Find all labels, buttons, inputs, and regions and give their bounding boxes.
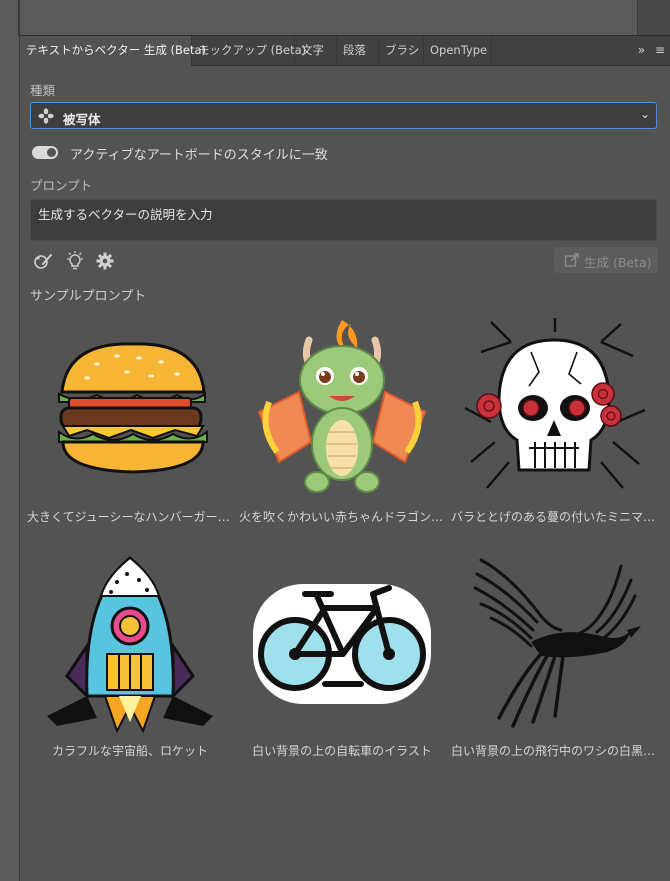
toggle-knob bbox=[47, 148, 56, 157]
panel-tabbar: テキストからベクター 生成 (Beta) モックアップ (Beta) 文字 段落… bbox=[20, 36, 670, 66]
type-select-value: 被写体 bbox=[63, 112, 101, 127]
sample-caption: バラととげのある蔓の付いたミニマ … bbox=[451, 510, 657, 524]
skull-roses-illustration bbox=[464, 318, 646, 489]
style-match-label: アクティブなアートボードのスタイルに一致 bbox=[70, 148, 328, 163]
sample-caption: カラフルな宇宙船、ロケット bbox=[51, 744, 208, 758]
gear-icon[interactable] bbox=[94, 250, 116, 272]
generate-button[interactable]: 生成 (Beta) bbox=[554, 247, 658, 273]
tab-brushes[interactable]: ブラシ bbox=[379, 36, 424, 65]
prompt-placeholder: 生成するベクターの説明を入力 bbox=[38, 207, 213, 222]
overflow-icon[interactable]: » bbox=[638, 43, 645, 57]
lightbulb-icon[interactable] bbox=[64, 250, 86, 272]
generate-label: 生成 (Beta) bbox=[584, 255, 652, 270]
type-label: 種類 bbox=[30, 83, 56, 98]
style-reference-icon[interactable] bbox=[32, 250, 54, 272]
rocket-illustration bbox=[47, 556, 213, 734]
tab-mockup[interactable]: モックアップ (Beta) bbox=[192, 36, 306, 65]
hamburger-illustration bbox=[58, 342, 208, 474]
prompt-label: プロンプト bbox=[30, 178, 93, 193]
sample-caption: 白い背景の上の自転車のイラスト bbox=[252, 744, 432, 758]
panel-menu-icon[interactable]: ≡ bbox=[655, 43, 665, 57]
subject-icon bbox=[38, 108, 54, 124]
prompt-input[interactable]: 生成するベクターの説明を入力 bbox=[30, 199, 657, 241]
sample-caption: 火を吹くかわいい赤ちゃんドラゴン … bbox=[239, 510, 445, 524]
tab-character[interactable]: 文字 bbox=[295, 36, 337, 65]
style-match-toggle[interactable] bbox=[32, 146, 58, 159]
sample-dragon[interactable]: 火を吹くかわいい赤ちゃんドラゴン … bbox=[239, 312, 445, 528]
sample-prompts-label: サンプルプロンプト bbox=[30, 289, 147, 304]
sample-caption: 白い背景の上の飛行中のワシの白黒 … bbox=[451, 744, 657, 758]
dock-column bbox=[637, 0, 670, 36]
text-to-vector-panel: テキストからベクター 生成 (Beta) モックアップ (Beta) 文字 段落… bbox=[19, 35, 670, 881]
tab-paragraph[interactable]: 段落 bbox=[337, 36, 379, 65]
tab-opentype[interactable]: OpenType bbox=[424, 36, 492, 65]
bicycle-illustration bbox=[253, 584, 431, 704]
tabbar-tools: » ≡ bbox=[632, 36, 665, 65]
chevron-down-icon: ⌄ bbox=[639, 107, 650, 121]
dragon-illustration bbox=[257, 320, 427, 493]
window-top-strip bbox=[0, 0, 670, 36]
type-select[interactable]: 被写体 ⌄ bbox=[30, 102, 657, 129]
sample-eagle[interactable]: 白い背景の上の飛行中のワシの白黒 … bbox=[451, 546, 657, 762]
tab-text-to-vector[interactable]: テキストからベクター 生成 (Beta) bbox=[20, 36, 206, 66]
panel-left-edge bbox=[18, 0, 20, 36]
generate-icon bbox=[564, 253, 579, 267]
sample-skull-roses[interactable]: バラととげのある蔓の付いたミニマ … bbox=[451, 312, 657, 528]
sample-rocket[interactable]: カラフルな宇宙船、ロケット bbox=[27, 546, 233, 762]
sample-hamburger[interactable]: 大きくてジューシーなハンバーガー … bbox=[27, 312, 233, 528]
eagle-illustration bbox=[473, 558, 641, 728]
sample-caption: 大きくてジューシーなハンバーガー … bbox=[27, 510, 233, 524]
sample-bicycle[interactable]: 白い背景の上の自転車のイラスト bbox=[239, 546, 445, 762]
